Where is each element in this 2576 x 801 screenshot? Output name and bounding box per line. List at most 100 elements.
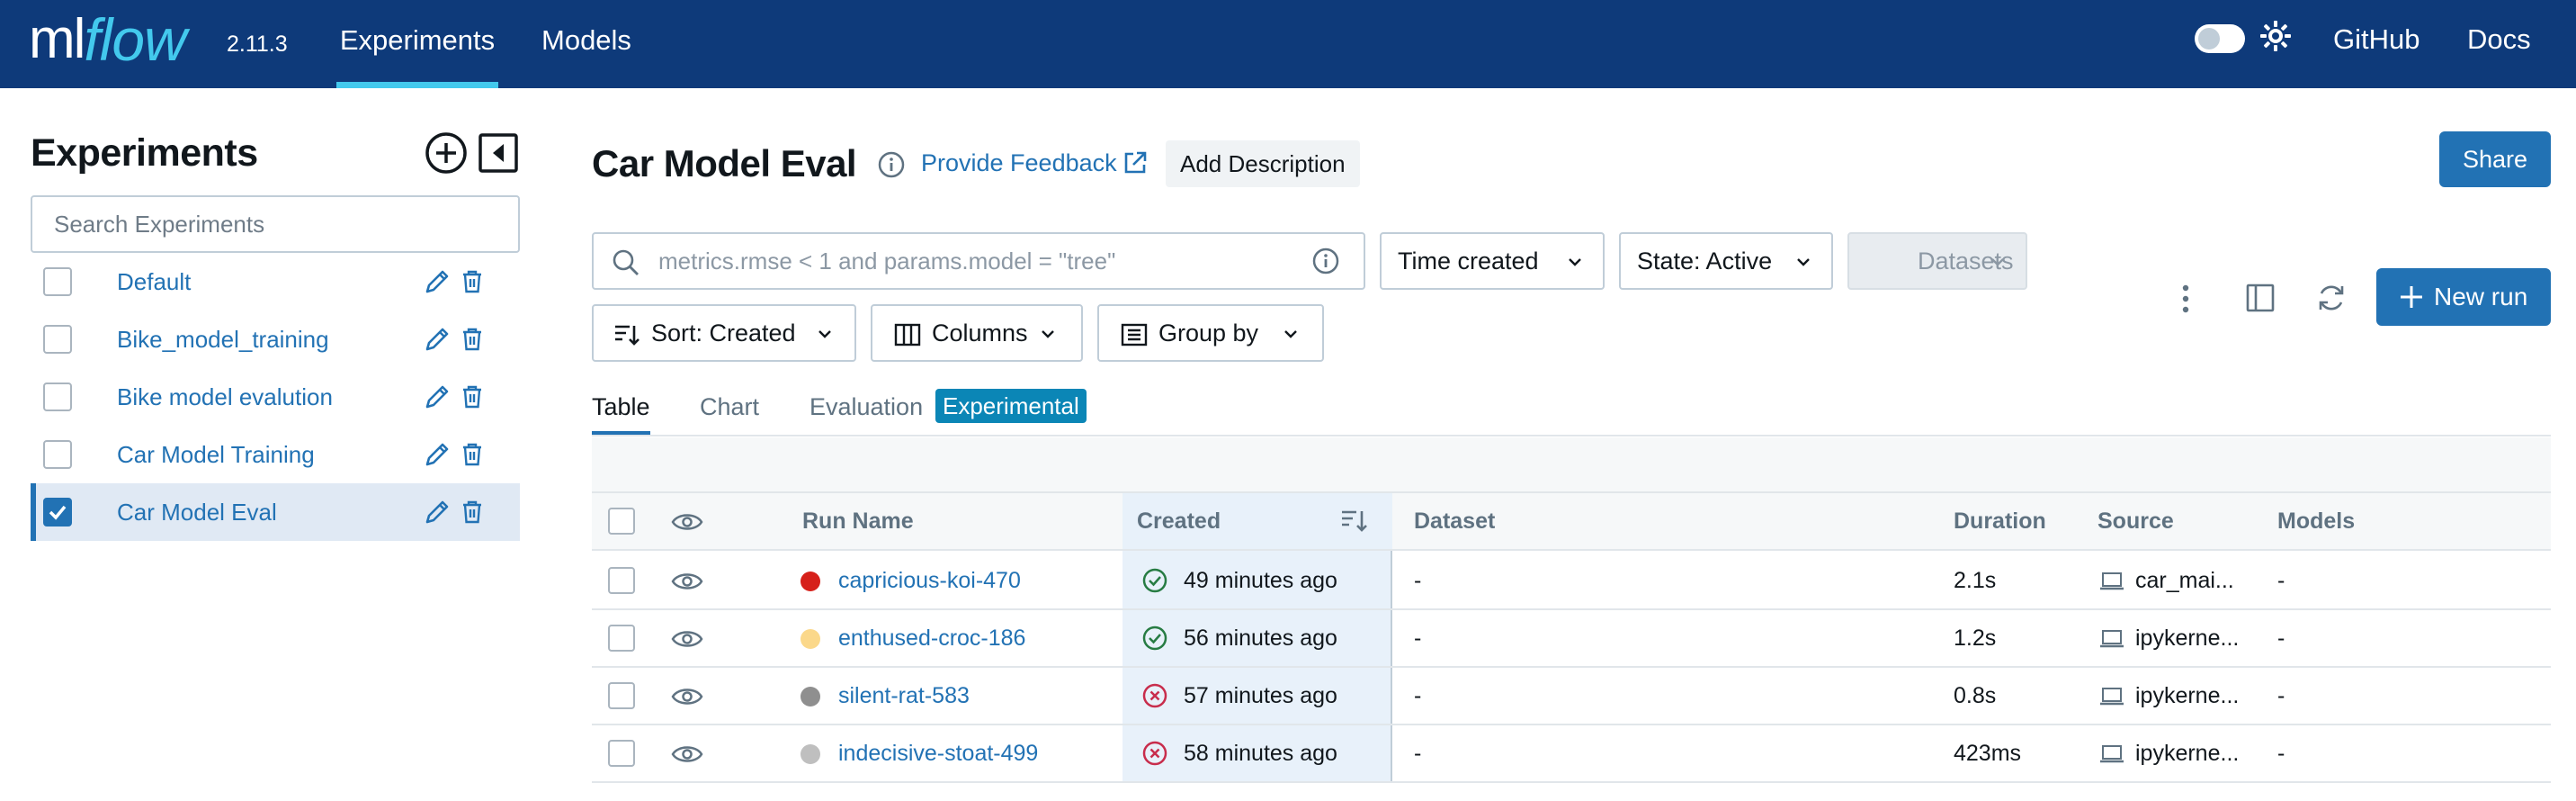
pencil-icon[interactable]: [423, 498, 452, 526]
experiment-item-bike-model-evalution[interactable]: Bike model evalution: [31, 368, 520, 426]
duration-value: 2.1s: [1954, 568, 1997, 593]
experiment-checkbox[interactable]: [43, 440, 72, 469]
info-icon[interactable]: [877, 150, 906, 179]
mlflow-logo[interactable]: ml flow: [29, 4, 187, 76]
experiment-name[interactable]: Bike model evalution: [117, 368, 333, 426]
tabs-divider: [592, 435, 2551, 436]
header-duration[interactable]: Duration: [1954, 493, 2046, 549]
external-link-icon[interactable]: [1122, 149, 1149, 176]
table-row[interactable]: indecisive-stoat-499 58 minutes ago - 42…: [592, 725, 2551, 783]
trash-icon[interactable]: [461, 442, 484, 467]
source-value[interactable]: ipykerne...: [2135, 610, 2239, 666]
docs-link[interactable]: Docs: [2467, 0, 2531, 79]
models-value: -: [2277, 568, 2285, 593]
sort-dropdown[interactable]: Sort: Created: [592, 304, 856, 362]
header-models[interactable]: Models: [2277, 493, 2355, 549]
header-run-name[interactable]: Run Name: [802, 493, 914, 549]
table-row[interactable]: silent-rat-583 57 minutes ago - 0.8s ipy…: [592, 668, 2551, 725]
time-created-dropdown[interactable]: Time created: [1380, 232, 1605, 290]
trash-icon[interactable]: [461, 327, 484, 352]
add-description-button[interactable]: Add Description: [1166, 140, 1360, 187]
run-name-link[interactable]: enthused-croc-186: [838, 610, 1025, 666]
row-checkbox[interactable]: [608, 740, 635, 767]
experiment-checkbox[interactable]: [43, 325, 72, 354]
select-all-checkbox[interactable]: [608, 508, 635, 535]
source-value[interactable]: car_mai...: [2135, 553, 2234, 608]
source-value[interactable]: ipykerne...: [2135, 725, 2239, 781]
experiment-checkbox-checked[interactable]: [43, 498, 72, 526]
collapse-sidebar-icon[interactable]: [477, 131, 520, 175]
header-source[interactable]: Source: [2097, 493, 2174, 549]
more-options-icon[interactable]: [2175, 281, 2196, 317]
search-experiments-input[interactable]: Search Experiments: [31, 195, 520, 253]
row-checkbox[interactable]: [608, 625, 635, 652]
version-label: 2.11.3: [227, 32, 288, 57]
pencil-icon[interactable]: [423, 382, 452, 411]
nav-models[interactable]: Models: [541, 0, 631, 88]
pencil-icon[interactable]: [423, 440, 452, 469]
new-run-label: New run: [2434, 283, 2528, 310]
pencil-icon[interactable]: [423, 267, 452, 296]
success-check-icon: [1142, 626, 1167, 651]
refresh-icon[interactable]: [2315, 282, 2348, 314]
side-panel-icon[interactable]: [2245, 283, 2276, 313]
row-checkbox[interactable]: [608, 682, 635, 709]
eye-icon[interactable]: [671, 686, 703, 707]
sort-descending-icon[interactable]: [1340, 508, 1369, 535]
run-name-link[interactable]: capricious-koi-470: [838, 553, 1021, 608]
experiment-item-bike-model-training[interactable]: Bike_model_training: [31, 310, 520, 368]
eye-icon[interactable]: [671, 571, 703, 592]
experiment-checkbox[interactable]: [43, 267, 72, 296]
theme-toggle[interactable]: [2195, 24, 2245, 53]
experiment-item-car-model-eval[interactable]: Car Model Eval: [31, 483, 520, 541]
columns-dropdown[interactable]: Columns: [871, 304, 1083, 362]
experiment-name[interactable]: Bike_model_training: [117, 310, 329, 368]
experiment-checkbox[interactable]: [43, 382, 72, 411]
github-link[interactable]: GitHub: [2333, 0, 2419, 79]
trash-icon[interactable]: [461, 384, 484, 410]
time-created-label: Time created: [1398, 248, 1539, 274]
source-value[interactable]: ipykerne...: [2135, 668, 2239, 724]
experiment-name[interactable]: Default: [117, 253, 191, 310]
trash-icon[interactable]: [461, 269, 484, 294]
run-name-link[interactable]: indecisive-stoat-499: [838, 725, 1038, 781]
run-color-dot[interactable]: [801, 687, 820, 706]
header-dataset[interactable]: Dataset: [1414, 493, 1495, 549]
state-dropdown[interactable]: State: Active: [1619, 232, 1833, 290]
experiment-name[interactable]: Car Model Eval: [117, 483, 277, 541]
dataset-value: -: [1414, 568, 1422, 593]
run-color-dot[interactable]: [801, 744, 820, 764]
eye-icon[interactable]: [671, 511, 703, 533]
new-run-button[interactable]: New run: [2376, 268, 2551, 326]
nav-experiments[interactable]: Experiments: [336, 0, 498, 88]
tab-chart[interactable]: Chart: [700, 389, 759, 436]
table-row[interactable]: enthused-croc-186 56 minutes ago - 1.2s …: [592, 610, 2551, 668]
logo-ml-text: ml: [29, 8, 85, 70]
tab-table[interactable]: Table: [592, 389, 650, 436]
share-button[interactable]: Share: [2439, 131, 2551, 187]
add-experiment-icon[interactable]: [425, 131, 468, 175]
run-color-dot[interactable]: [801, 572, 820, 591]
eye-icon[interactable]: [671, 743, 703, 765]
provide-feedback-link[interactable]: Provide Feedback: [921, 149, 1117, 177]
pencil-icon[interactable]: [423, 325, 452, 354]
datasets-dropdown[interactable]: Datasets: [1847, 232, 2027, 290]
laptop-icon: [2100, 630, 2124, 648]
trash-icon[interactable]: [461, 500, 484, 525]
experiment-item-car-model-training[interactable]: Car Model Training: [31, 426, 520, 483]
header-created-cell[interactable]: Created: [1123, 493, 1392, 549]
duration-value: 423ms: [1954, 741, 2022, 766]
duration-value: 0.8s: [1954, 683, 1997, 708]
tab-evaluation[interactable]: Evaluation: [809, 389, 923, 436]
run-name-link[interactable]: silent-rat-583: [838, 668, 970, 724]
eye-icon[interactable]: [671, 628, 703, 650]
page-title: Car Model Eval: [592, 142, 857, 184]
group-by-dropdown[interactable]: Group by: [1097, 304, 1324, 362]
table-row[interactable]: capricious-koi-470 49 minutes ago - 2.1s…: [592, 553, 2551, 610]
info-icon[interactable]: [1311, 247, 1340, 275]
run-color-dot[interactable]: [801, 629, 820, 649]
experiment-item-default[interactable]: Default: [31, 253, 520, 310]
search-runs-input[interactable]: metrics.rmse < 1 and params.model = "tre…: [592, 232, 1365, 290]
row-checkbox[interactable]: [608, 567, 635, 594]
experiment-name[interactable]: Car Model Training: [117, 426, 315, 483]
